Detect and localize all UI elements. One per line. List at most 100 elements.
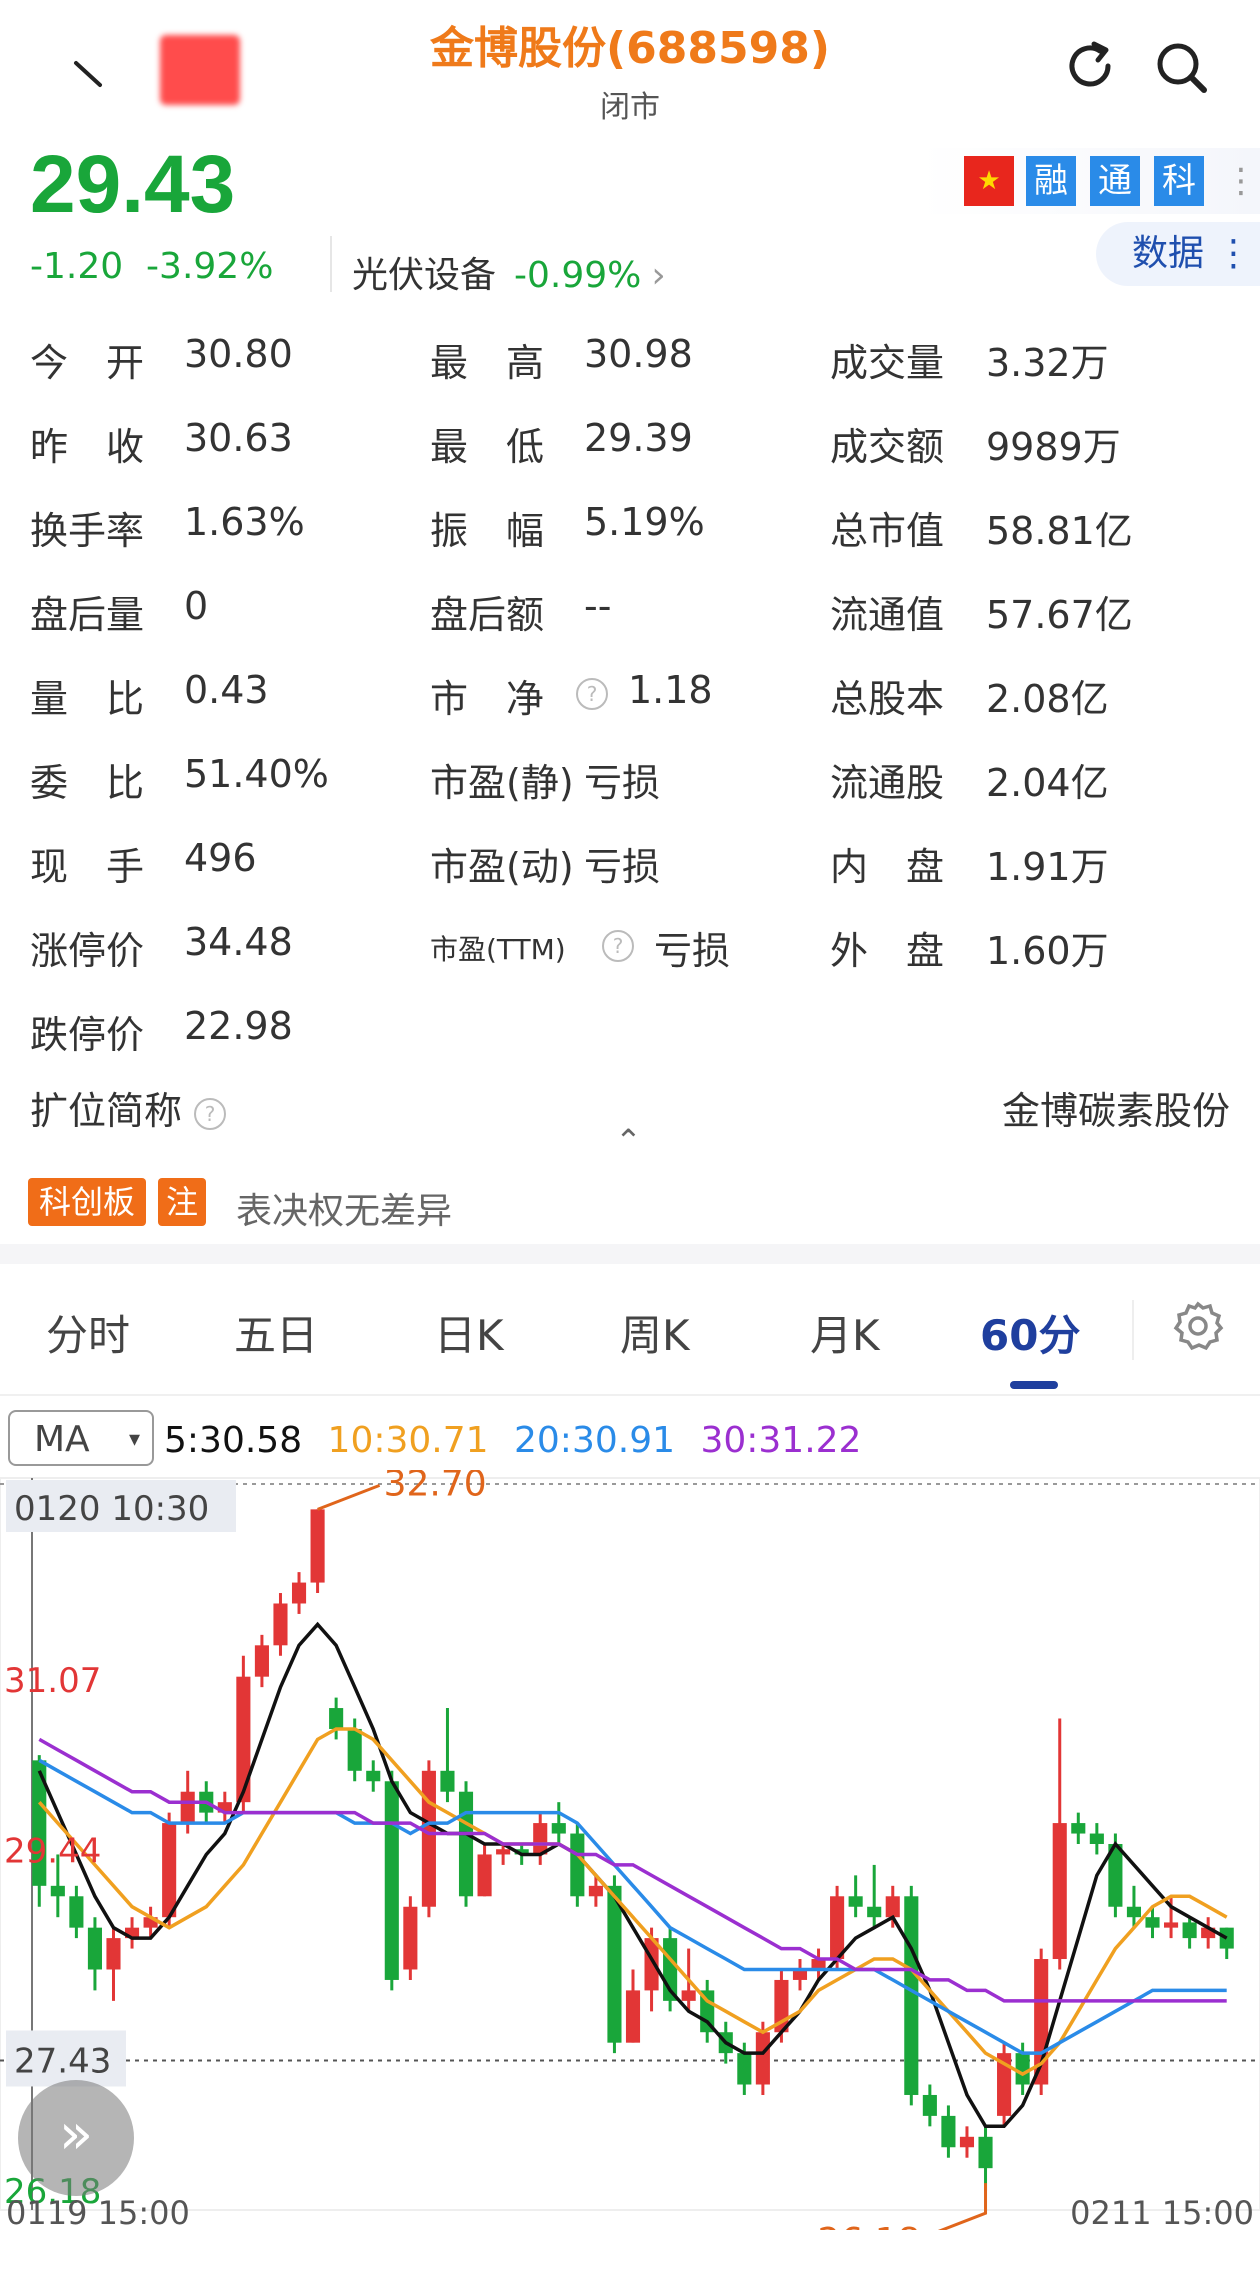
note-tag[interactable]: 注 (158, 1178, 206, 1226)
help-icon[interactable]: ? (194, 1097, 227, 1130)
candle-body (941, 2115, 956, 2148)
stat-value: 34.48 (184, 920, 293, 964)
voting-rights-text: 表决权无差异 (236, 1191, 453, 1232)
stat-value: 2.08亿 (986, 677, 1109, 721)
candle-body (180, 1791, 195, 1824)
ma-line-ma30 (38, 1737, 1227, 2003)
stat-label: 盘后量 (30, 593, 145, 637)
candle-body (755, 2032, 770, 2085)
stat-value: 亏损 (654, 929, 731, 973)
x-axis-start-label: 0119 15:00 (6, 2194, 190, 2230)
y-axis-label: 29.44 (4, 1831, 101, 1871)
tag-row: 科创板 注 表决权无差异 (0, 1160, 1260, 1240)
stat-value: 亏损 (584, 761, 661, 805)
stat-value: 0 (184, 584, 209, 628)
divider (1132, 1300, 1134, 1360)
dashed-level-label: 27.43 (14, 2041, 111, 2081)
ma5-value: 5:30.58 (164, 1420, 303, 1461)
help-icon[interactable]: ? (602, 930, 634, 962)
candle-body (421, 1770, 436, 1907)
search-icon (1157, 43, 1207, 93)
candle-body (310, 1509, 325, 1583)
candle-body (1182, 1922, 1197, 1939)
more-icon[interactable]: ⋮ (1216, 156, 1260, 206)
connect-badge[interactable]: 通 (1090, 156, 1140, 206)
board-tag: 科创板 (28, 1178, 146, 1226)
tab-intraday[interactable]: 分时 (46, 1302, 130, 1363)
stat-label: 换手率 (30, 509, 145, 553)
candle-body (458, 1791, 474, 1897)
data-button[interactable]: 数据 ⋮ (1096, 222, 1260, 286)
stat-value: 30.63 (184, 416, 293, 460)
stat-value: -- (584, 584, 612, 628)
candle-body (978, 2136, 993, 2169)
collapse-icon[interactable]: ⌃ (615, 1122, 642, 1160)
play-button[interactable]: » (18, 2080, 134, 2196)
stat-value: 496 (184, 836, 257, 880)
stat-label: 今 开 (30, 341, 145, 385)
chart-frame (0, 1477, 1260, 2211)
gear-icon (1173, 1301, 1224, 1351)
refresh-button[interactable] (1060, 36, 1120, 96)
sector-change: -0.99% (514, 255, 642, 296)
candle-body (291, 1582, 307, 1604)
candle-body (50, 1885, 65, 1897)
search-button[interactable] (1150, 36, 1214, 100)
stat-label: 跌停价 (30, 1013, 145, 1057)
high-price-label: 32.70 (384, 1470, 487, 1504)
candle-body (1089, 1833, 1104, 1844)
help-icon[interactable]: ? (576, 678, 608, 710)
stat-label: 总股本 (830, 677, 945, 721)
stat-value: 29.39 (584, 416, 693, 460)
sector-link[interactable]: 光伏设备 -0.99% › (352, 246, 666, 298)
candle-body (347, 1728, 362, 1771)
candle-body (106, 1938, 121, 1970)
stat-label: 涨停价 (30, 929, 145, 973)
tab-60min[interactable]: 60分 (980, 1302, 1080, 1363)
stat-value: 1.91万 (986, 845, 1109, 889)
candle-body (885, 1896, 900, 1918)
candle-body (922, 2094, 937, 2116)
stat-label: 现 手 (30, 845, 145, 889)
stat-label: 成交量 (830, 341, 945, 385)
indicator-selector[interactable]: MA ▾ (8, 1410, 154, 1466)
refresh-icon (1069, 41, 1111, 87)
low-pointer (937, 2183, 988, 2230)
expanded-name-value: 金博碳素股份 (1001, 1089, 1230, 1133)
stat-label: 市盈(TTM) (430, 933, 566, 966)
ma-line-ma5 (37, 1621, 1228, 2129)
candle-body (1145, 1917, 1160, 1928)
stat-value: 2.04亿 (986, 761, 1109, 805)
candle-body (830, 1896, 845, 1960)
candle-body (570, 1833, 585, 1897)
candle-body (1219, 1927, 1234, 1949)
stat-label: 振 幅 (430, 509, 545, 553)
candle-body (867, 1906, 882, 1918)
candle-body (273, 1603, 288, 1646)
stat-value: 57.67亿 (986, 593, 1133, 637)
active-tab-indicator (1010, 1381, 1058, 1389)
ma30-value: 30:31.22 (700, 1420, 862, 1461)
current-price: 29.43 (30, 139, 236, 230)
candle-body (329, 1708, 344, 1729)
stat-value: 1.60万 (986, 929, 1109, 973)
candle-body (236, 1676, 251, 1803)
ma20-value: 20:30.91 (514, 1420, 675, 1461)
high-pointer (317, 1483, 381, 1511)
star-market-badge[interactable]: 科 (1154, 156, 1204, 206)
candlestick-chart[interactable]: 32.7026.180120 10:3031.0729.4426.1827.43… (0, 1470, 1260, 2230)
tab-daily-k[interactable]: 日K (434, 1302, 504, 1363)
tab-five-day[interactable]: 五日 (234, 1302, 318, 1363)
stat-value: 1.18 (628, 668, 713, 712)
margin-badge[interactable]: 融 (1026, 156, 1076, 206)
candle-body (625, 1990, 641, 2043)
candle-body (848, 1896, 863, 1907)
stat-value: 亏损 (584, 845, 661, 889)
tab-monthly-k[interactable]: 月K (810, 1302, 880, 1363)
candle-body (366, 1770, 381, 1782)
stat-label: 总市值 (830, 509, 945, 553)
tab-weekly-k[interactable]: 周K (620, 1302, 690, 1363)
chevron-down-icon: ▾ (128, 1427, 140, 1452)
candle-body (959, 2136, 975, 2148)
chart-settings-button[interactable] (1170, 1298, 1226, 1354)
